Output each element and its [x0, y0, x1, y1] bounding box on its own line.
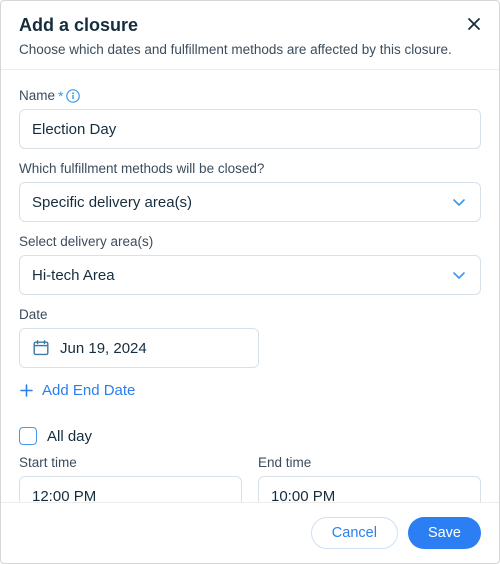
areas-field-group: Select delivery area(s) Hi-tech Area	[19, 234, 481, 295]
modal-header: Add a closure Choose which dates and ful…	[1, 1, 499, 70]
chevron-down-icon	[450, 266, 468, 284]
required-indicator: *	[58, 89, 63, 103]
date-field-group: Date Jun 19, 2024 Add End Date	[19, 307, 481, 403]
modal-body: Name * Election Day Which fulfillment me…	[1, 70, 499, 502]
methods-select[interactable]: Specific delivery area(s)	[19, 182, 481, 222]
all-day-label: All day	[47, 428, 92, 445]
all-day-checkbox[interactable]	[19, 427, 37, 445]
start-time-input[interactable]: 12:00 PM	[19, 476, 242, 502]
plus-icon	[19, 383, 34, 398]
end-time-value: 10:00 PM	[271, 488, 335, 503]
end-time-input[interactable]: 10:00 PM	[258, 476, 481, 502]
areas-value: Hi-tech Area	[32, 267, 115, 284]
chevron-down-icon	[450, 193, 468, 211]
time-row: Start time 12:00 PM End time 10:00 PM	[19, 455, 481, 502]
name-value: Election Day	[32, 121, 116, 138]
close-button[interactable]	[461, 11, 487, 37]
methods-field-group: Which fulfillment methods will be closed…	[19, 161, 481, 222]
start-time-label: Start time	[19, 455, 242, 470]
add-end-date-button[interactable]: Add End Date	[19, 382, 135, 399]
name-field-group: Name * Election Day	[19, 88, 481, 149]
methods-label: Which fulfillment methods will be closed…	[19, 161, 481, 176]
start-time-col: Start time 12:00 PM	[19, 455, 242, 502]
calendar-icon	[32, 339, 50, 357]
add-end-date-label: Add End Date	[42, 382, 135, 399]
close-icon	[466, 16, 482, 32]
start-time-value: 12:00 PM	[32, 488, 96, 503]
end-time-col: End time 10:00 PM	[258, 455, 481, 502]
methods-value: Specific delivery area(s)	[32, 194, 192, 211]
date-value: Jun 19, 2024	[60, 340, 147, 357]
areas-label: Select delivery area(s)	[19, 234, 481, 249]
cancel-button[interactable]: Cancel	[311, 517, 398, 549]
name-input[interactable]: Election Day	[19, 109, 481, 149]
date-picker[interactable]: Jun 19, 2024	[19, 328, 259, 368]
date-label: Date	[19, 307, 481, 322]
areas-select[interactable]: Hi-tech Area	[19, 255, 481, 295]
info-icon[interactable]	[66, 89, 80, 103]
modal-title: Add a closure	[19, 15, 481, 36]
modal-subtitle: Choose which dates and fulfillment metho…	[19, 42, 481, 57]
all-day-row: All day	[19, 427, 481, 445]
save-button[interactable]: Save	[408, 517, 481, 549]
end-time-label: End time	[258, 455, 481, 470]
name-label-row: Name *	[19, 88, 481, 103]
add-closure-modal: Add a closure Choose which dates and ful…	[0, 0, 500, 564]
name-label: Name	[19, 88, 55, 103]
modal-footer: Cancel Save	[1, 502, 499, 563]
